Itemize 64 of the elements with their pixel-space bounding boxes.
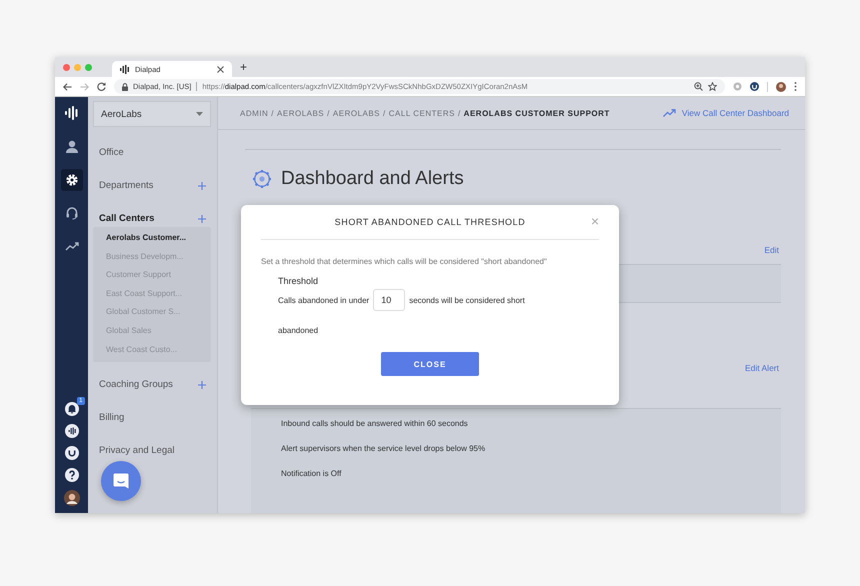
edit-alert-link[interactable]: Edit Alert [744,363,779,373]
dashboard-link[interactable]: View Call Center Dashboard [682,108,789,118]
sidebar-item[interactable]: Office [99,147,124,158]
star-icon[interactable] [708,82,717,91]
field-text: seconds will be considered short [409,296,525,304]
rail-button[interactable] [60,169,82,191]
field-label: Threshold [278,276,320,286]
menu-icon[interactable] [794,82,797,91]
smile-icon[interactable] [64,446,78,460]
caret-icon [196,112,203,116]
submenu-item[interactable]: East Coast Support... [93,284,211,304]
submenu-item[interactable]: Global Sales [93,322,211,341]
back-icon[interactable] [63,82,72,90]
breadcrumb-item: AEROLABS CUSTOMER SUPPORT [464,108,610,118]
submenu-item[interactable]: Business Developm... [93,248,211,266]
submenu-item[interactable]: West Coast Custo... [93,340,211,360]
profile-avatar-icon[interactable] [776,82,786,92]
breadcrumb-separator: / [383,108,386,118]
new-tab-button[interactable]: + [232,60,256,74]
logo-icon [64,106,78,120]
extension-icon[interactable] [750,82,759,91]
setting-text: Alert supervisors when the service level drops below 95% [281,444,486,455]
field-text: abandoned [278,326,320,335]
avatar-icon[interactable] [64,490,80,506]
sidebar-item[interactable]: Call Centers [99,213,154,224]
headset-icon [64,206,78,220]
chat-icon [112,472,130,490]
close-button[interactable]: × [590,213,599,229]
breadcrumb-separator: / [271,108,274,118]
dialog-description: Set a threshold that determines which calls will be considered "short abandoned" [261,257,548,266]
sidebar-item[interactable]: Departments [99,180,154,191]
submenu-item[interactable]: Global Customer S... [93,303,211,322]
sidebar-item[interactable]: Privacy and Legal [99,445,175,456]
close-button[interactable]: CLOSE [381,352,479,376]
waveform-icon [120,64,130,74]
zoom-icon[interactable] [694,82,703,91]
settings-icon [252,169,272,189]
reload-icon[interactable] [97,82,106,91]
bell-icon[interactable] [64,402,78,416]
trend-icon[interactable] [662,109,676,117]
edit-link[interactable]: Edit [764,245,779,255]
breadcrumb-separator: / [327,108,330,118]
lock-icon [122,82,128,90]
threshold-input[interactable]: 10 [373,289,406,311]
breadcrumb-item[interactable]: AEROLABS [277,108,324,118]
help-icon[interactable] [64,468,78,482]
settings-icon [64,173,78,187]
organization-dropdown[interactable]: AeroLabs [93,101,211,127]
breadcrumb-item[interactable]: CALL CENTERS [388,108,455,118]
setting-text: Notification is Off [281,469,342,480]
breadcrumb-item[interactable]: ADMIN [240,108,268,118]
sidebar-item[interactable]: Coaching Groups [99,379,173,390]
breadcrumb-separator: / [458,108,461,118]
sidebar-item[interactable]: Billing [99,412,124,424]
close-icon[interactable] [217,66,224,72]
submenu-item[interactable]: Customer Support [93,266,211,285]
setting-text: Inbound calls should be answered within 60 seconds [281,419,469,430]
submenu-item[interactable]: Aerolabs Customer... [93,229,211,248]
page-title: Dashboard and Alerts [281,168,464,190]
waveform-icon[interactable] [64,424,78,438]
person-icon [64,140,78,154]
breadcrumb-item[interactable]: AEROLABS [332,108,380,118]
field-text: Calls abandoned in under [278,296,370,304]
dialog-title: SHORT ABANDONED CALL THRESHOLD [334,217,526,227]
